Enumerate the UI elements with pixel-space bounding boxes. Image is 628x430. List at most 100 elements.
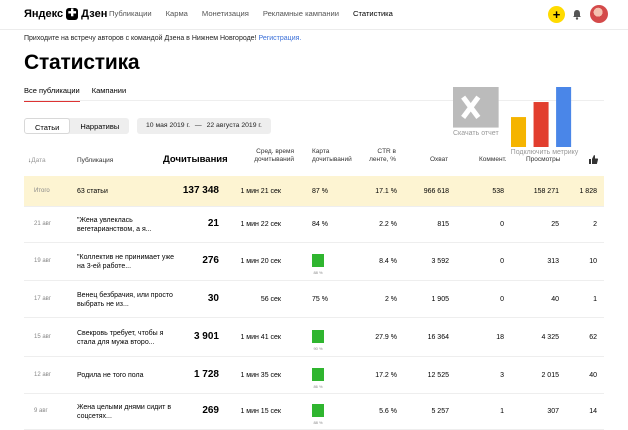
row-avg-time: 56 сек — [260, 296, 281, 303]
row-likes: 62 — [589, 334, 597, 341]
row-reads: 269 — [202, 405, 219, 416]
row-read-map: 87 % — [312, 188, 328, 195]
row-read-map: 88 % — [312, 404, 324, 425]
column-ctr[interactable]: CTR в ленте, % — [360, 148, 396, 164]
nav-publications[interactable]: Публикации — [109, 9, 152, 18]
row-date: Итого — [34, 188, 50, 194]
create-button[interactable]: + — [548, 6, 565, 23]
row-reach: 966 618 — [423, 188, 449, 195]
table-row[interactable]: 17 авг Венец безбрачия, или просто выбрат… — [24, 281, 604, 318]
row-ctr: 2 % — [384, 296, 397, 303]
column-reads[interactable]: Дочитывания — [163, 155, 228, 165]
row-comments: 18 — [496, 334, 504, 341]
row-reads: 276 — [202, 255, 219, 266]
row-likes: 40 — [589, 372, 597, 379]
top-bar: Яндекс ✚ Дзен Публикации Карма Монетизац… — [0, 0, 628, 30]
column-comments[interactable]: Коммент. — [479, 156, 507, 164]
nav-karma[interactable]: Карма — [166, 9, 188, 18]
row-reads: 137 348 — [182, 185, 219, 196]
row-reach: 5 257 — [431, 408, 449, 415]
row-ctr: 27.9 % — [375, 334, 397, 341]
row-avg-time: 1 мин 35 сек — [240, 372, 281, 379]
thumbs-up-icon[interactable] — [589, 155, 598, 164]
row-reach: 815 — [437, 221, 449, 228]
row-reach: 12 525 — [427, 372, 449, 379]
banner-text: Приходите на встречу авторов с командой … — [24, 35, 257, 42]
avatar[interactable] — [590, 5, 608, 23]
download-report-button[interactable]: Скачать отчет — [453, 87, 499, 156]
download-report-label: Скачать отчет — [453, 129, 499, 137]
row-title[interactable]: Родила не того пола — [77, 371, 177, 380]
row-views: 40 — [551, 296, 559, 303]
row-date: 12 авг — [34, 372, 52, 378]
zen-logo-icon: ✚ — [66, 8, 79, 20]
row-reach: 16 364 — [427, 334, 449, 341]
row-comments: 0 — [500, 258, 504, 265]
bell-icon[interactable] — [572, 9, 582, 20]
row-ctr: 17.1 % — [375, 188, 397, 195]
banner-register-link[interactable]: Регистрация. — [258, 35, 301, 42]
date-to: 22 августа 2019 г. — [206, 122, 262, 129]
read-map-bar: 86 % — [312, 368, 324, 389]
row-date: 17 авг — [34, 296, 52, 302]
segment-articles[interactable]: Статьи — [24, 118, 71, 134]
row-reach: 1 905 — [431, 296, 449, 303]
logo-suffix: Дзен — [81, 8, 108, 20]
row-likes: 10 — [589, 258, 597, 265]
metrika-icon — [510, 87, 571, 148]
row-reads: 1 728 — [193, 369, 219, 380]
read-map-caption: 88 % — [313, 270, 323, 275]
row-date: 9 авг — [34, 408, 48, 414]
column-avg-time[interactable]: Сред. время дочитываний — [242, 148, 294, 164]
column-date[interactable]: ↓Дата — [28, 157, 46, 165]
segment-narratives[interactable]: Нарративы — [70, 118, 129, 134]
table-total-row[interactable]: Итого 63 статьи 137 348 1 мин 21 сек 17.1 % 9… — [24, 176, 604, 207]
yandex-zen-logo[interactable]: Яндекс ✚ Дзен — [24, 8, 107, 20]
row-title[interactable]: Жена целыми днями сидит в соцсетях... — [77, 403, 177, 421]
row-avg-time: 1 мин 20 сек — [240, 258, 281, 265]
column-reach[interactable]: Охват — [430, 156, 448, 164]
row-read-map: 88 % — [312, 254, 324, 275]
row-views: 158 271 — [533, 188, 559, 195]
read-map-bar: 90 % — [312, 330, 324, 351]
row-title[interactable]: "Коллектив не принимает уже на 3-ей рабо… — [77, 253, 177, 271]
nav-statistics[interactable]: Статистика — [353, 9, 393, 18]
table-header: ↓Дата Публикация Дочитывания Сред. время… — [24, 148, 604, 174]
table-row[interactable]: 21 авг "Жена увлеклась вегетарианством, а… — [24, 207, 604, 243]
row-title[interactable]: Венец безбрачия, или просто выбрать не и… — [77, 291, 177, 309]
row-comments: 538 — [492, 188, 504, 195]
connect-metrika-button[interactable]: Подключить метрику — [510, 87, 578, 156]
row-date: 15 авг — [34, 334, 52, 340]
row-likes: 2 — [593, 221, 597, 228]
event-banner: Приходите на встречу авторов с командой … — [24, 35, 301, 42]
row-title[interactable]: "Жена увлеклась вегетарианством, а я... — [77, 216, 177, 234]
nav-ad-campaigns[interactable]: Рекламные кампании — [263, 9, 339, 18]
row-avg-time: 1 мин 22 сек — [240, 221, 281, 228]
read-map-caption: 90 % — [313, 346, 323, 351]
date-range-picker[interactable]: 10 мая 2019 г. — 22 августа 2019 г. — [137, 118, 271, 134]
column-publication: Публикация — [77, 157, 114, 164]
page-title: Статистика — [24, 51, 140, 74]
table-row[interactable]: 19 авг "Коллектив не принимает уже на 3-е… — [24, 243, 604, 281]
row-read-map: 90 % — [312, 330, 324, 351]
row-title[interactable]: Свекровь требует, чтобы я стала для мужа… — [77, 329, 177, 347]
date-separator: — — [194, 122, 202, 129]
table-row[interactable]: 15 авг Свекровь требует, чтобы я стала дл… — [24, 318, 604, 357]
nav-monetization[interactable]: Монетизация — [202, 9, 249, 18]
row-ctr: 2.2 % — [379, 221, 397, 228]
row-reads: 30 — [207, 293, 219, 304]
row-reach: 3 592 — [431, 258, 449, 265]
row-views: 4 325 — [541, 334, 559, 341]
column-views[interactable]: Просмотры — [526, 156, 560, 164]
row-title[interactable]: 63 статьи — [77, 187, 177, 196]
row-comments: 0 — [500, 296, 504, 303]
row-avg-time: 1 мин 21 сек — [240, 188, 281, 195]
read-map-caption: 86 % — [313, 384, 323, 389]
table-row[interactable]: 12 авг Родила не того пола 1 728 1 мин 35 с… — [24, 357, 604, 394]
row-likes: 14 — [589, 408, 597, 415]
row-date: 19 авг — [34, 258, 52, 264]
table-row[interactable]: 9 авг Жена целыми днями сидит в соцсетях.… — [24, 394, 604, 430]
column-read-map[interactable]: Карта дочитываний — [312, 148, 352, 164]
row-ctr: 8.4 % — [379, 258, 397, 265]
main-nav: Публикации Карма Монетизация Рекламные к… — [109, 9, 407, 18]
